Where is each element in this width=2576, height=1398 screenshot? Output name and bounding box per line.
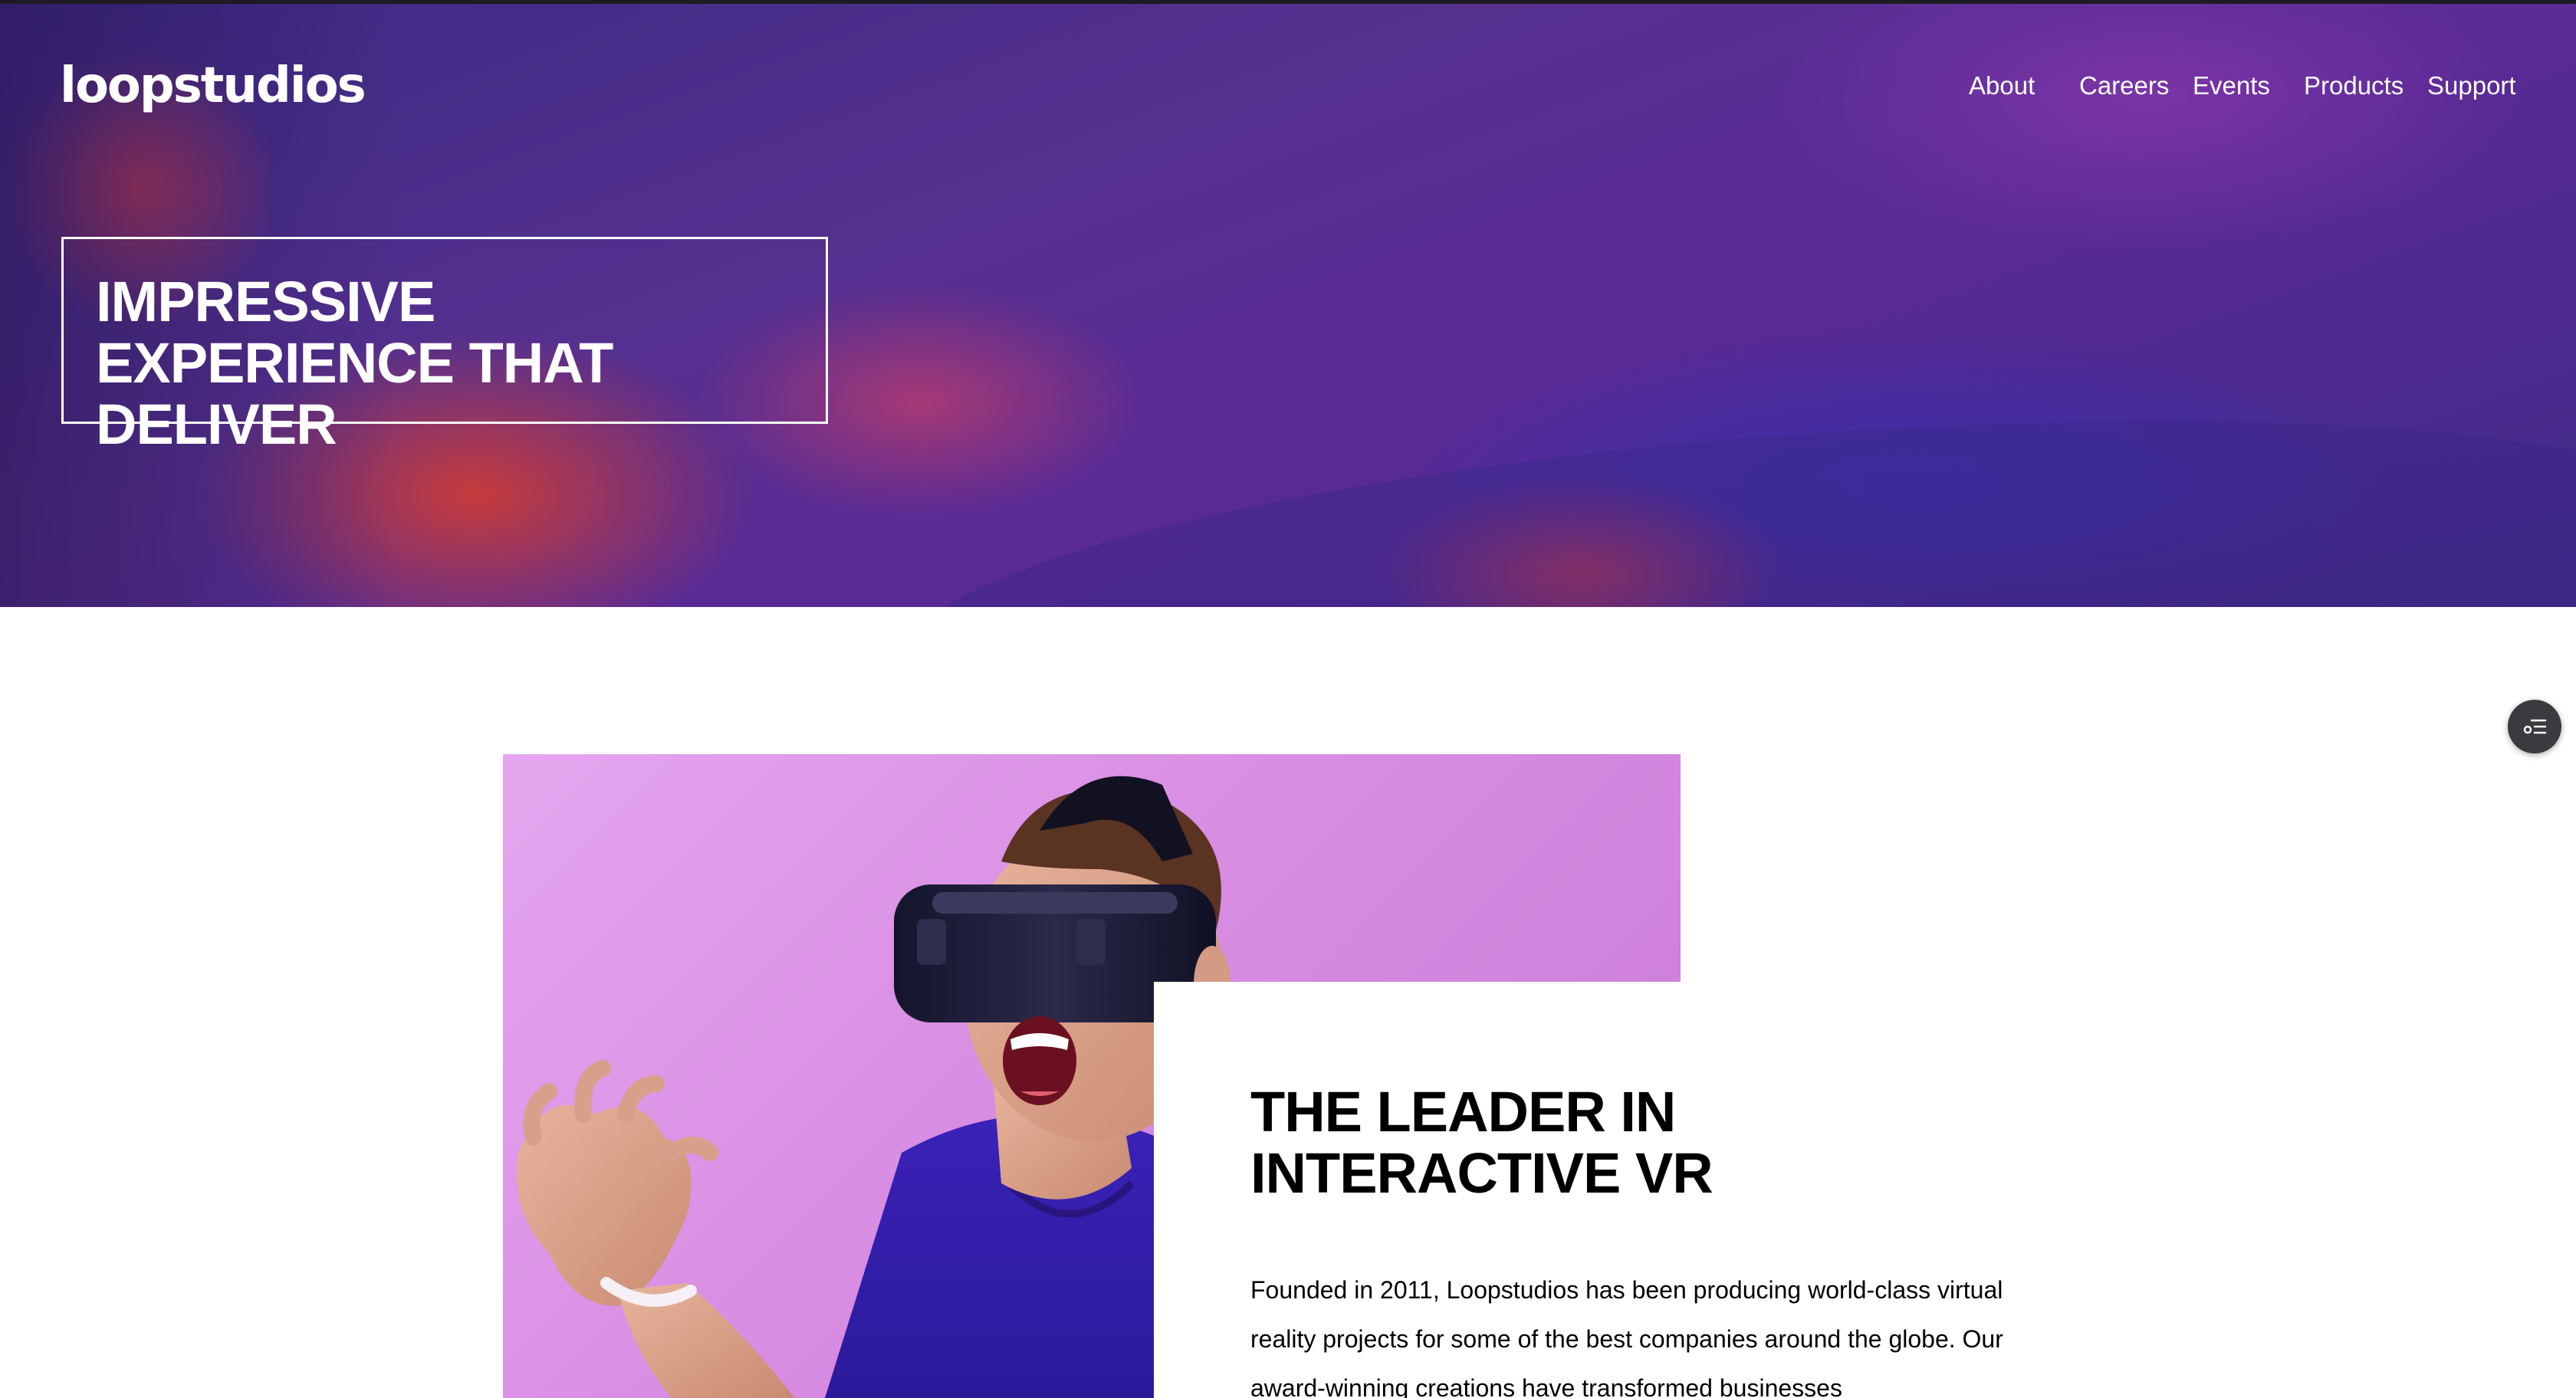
intro-card: THE LEADER IN INTERACTIVE VR Founded in … [1154, 982, 2576, 1398]
nav-link-careers[interactable]: Careers [2079, 71, 2169, 100]
nav-link-about[interactable]: About [1969, 71, 2035, 100]
intro-title: THE LEADER IN INTERACTIVE VR [1250, 1080, 1714, 1205]
hero-background-image [895, 369, 2576, 607]
floating-menu-button[interactable] [2508, 700, 2561, 753]
hero-section: loopstudios About Careers Events Product… [0, 4, 2576, 607]
hero-title: IMPRESSIVE EXPERIENCE THAT DELIVER [96, 270, 613, 456]
nav-link-events[interactable]: Events [2193, 71, 2270, 100]
nav-link-support[interactable]: Support [2427, 71, 2516, 100]
hero-headline-box: IMPRESSIVE EXPERIENCE THAT DELIVER [61, 237, 828, 455]
intro-paragraph: Founded in 2011, Loopstudios has been pr… [1250, 1276, 2003, 1398]
main-nav: About Careers Events Products Support [0, 71, 2576, 110]
nav-link-products[interactable]: Products [2304, 71, 2404, 100]
list-settings-icon [2523, 719, 2547, 734]
